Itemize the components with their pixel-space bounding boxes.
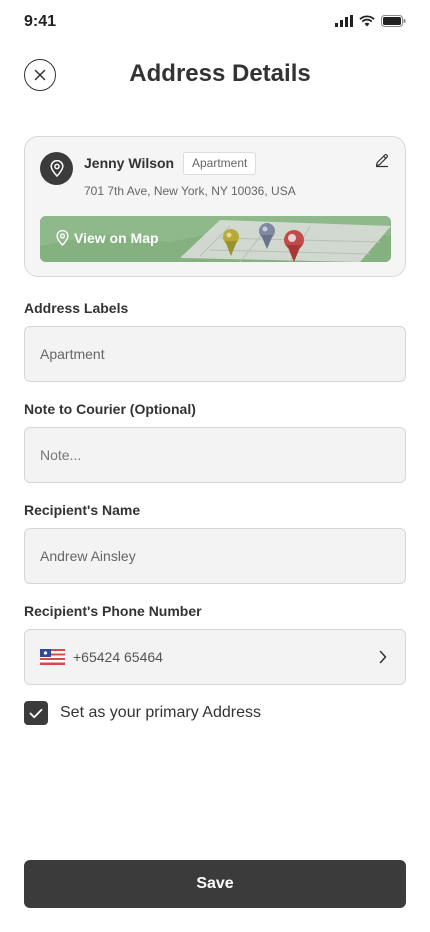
edit-icon[interactable] <box>374 152 390 168</box>
location-pin-icon <box>56 230 69 246</box>
status-icons <box>335 15 406 27</box>
view-on-map-label-group: View on Map <box>56 230 159 246</box>
check-icon <box>29 708 43 718</box>
address-labels-input[interactable] <box>40 327 380 381</box>
address-labels-field <box>24 326 406 382</box>
phone-number-value: +65424 65464 <box>73 649 163 665</box>
recipient-name-field <box>24 528 406 584</box>
view-on-map-button[interactable]: View on Map <box>40 216 391 262</box>
status-bar: 9:41 <box>0 0 430 44</box>
page-title: Address Details <box>129 60 311 87</box>
address-tag-badge: Apartment <box>183 152 257 175</box>
recipient-name-label: Recipient's Name <box>24 502 141 518</box>
recipient-phone-label: Recipient's Phone Number <box>24 603 202 619</box>
primary-address-checkbox[interactable] <box>24 701 48 725</box>
recipient-phone-field[interactable]: +65424 65464 <box>24 629 406 685</box>
header: Address Details <box>0 56 430 96</box>
chevron-right-icon <box>379 650 387 664</box>
primary-address-label: Set as your primary Address <box>60 704 261 721</box>
note-field <box>24 427 406 483</box>
location-pin-icon <box>49 160 64 177</box>
address-line: 701 7th Ave, New York, NY 10036, USA <box>84 184 296 198</box>
note-input[interactable] <box>40 428 380 482</box>
signal-icon <box>335 15 353 27</box>
wifi-icon <box>359 15 375 27</box>
address-labels-label: Address Labels <box>24 300 129 316</box>
location-avatar <box>40 152 73 185</box>
address-name: Jenny Wilson <box>84 155 175 171</box>
save-button[interactable]: Save <box>24 860 406 908</box>
note-label: Note to Courier (Optional) <box>24 401 196 417</box>
primary-address-row[interactable]: Set as your primary Address <box>24 701 261 725</box>
view-on-map-label: View on Map <box>74 230 159 246</box>
status-time: 9:41 <box>24 13 57 30</box>
battery-icon <box>381 15 406 27</box>
address-card: Jenny Wilson Apartment 701 7th Ave, New … <box>24 136 406 277</box>
recipient-name-input[interactable] <box>40 529 380 583</box>
flag-icon[interactable] <box>40 649 65 665</box>
